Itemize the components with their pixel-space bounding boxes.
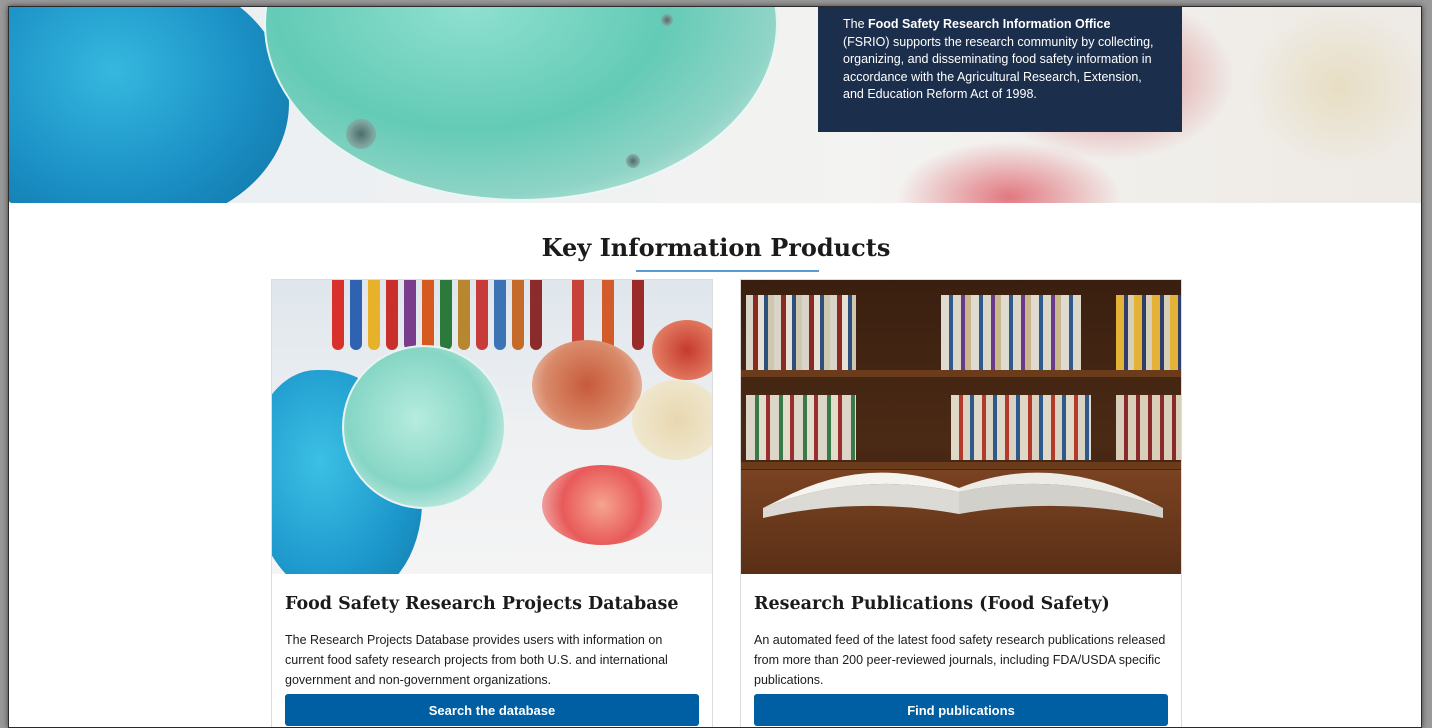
colony-spot xyxy=(661,14,673,26)
intro-body: (FSRIO) supports the research community … xyxy=(843,34,1154,102)
card-title: Food Safety Research Projects Database xyxy=(285,594,679,614)
hero-glove-image xyxy=(9,7,289,203)
intro-org-name: Food Safety Research Information Office xyxy=(868,17,1111,31)
hero-banner: The Food Safety Research Information Off… xyxy=(9,7,1421,203)
card-description: An automated feed of the latest food saf… xyxy=(754,633,1166,687)
card-research-publications: Research Publications (Food Safety) An a… xyxy=(740,279,1182,727)
section-title: Key Information Products xyxy=(541,233,891,262)
search-database-button[interactable]: Search the database xyxy=(285,694,699,726)
section-title-underline xyxy=(636,270,819,272)
card-description: The Research Projects Database provides … xyxy=(285,633,668,687)
page-frame: The Food Safety Research Information Off… xyxy=(8,6,1422,728)
colony-spot xyxy=(346,119,376,149)
lab-petri-dish-image xyxy=(272,280,712,574)
colony-spot xyxy=(626,154,640,168)
open-book-icon xyxy=(763,472,1163,518)
library-book-image xyxy=(741,280,1181,574)
card-research-projects-database: Food Safety Research Projects Database T… xyxy=(271,279,713,727)
find-publications-button[interactable]: Find publications xyxy=(754,694,1168,726)
intro-text-box: The Food Safety Research Information Off… xyxy=(818,7,1182,132)
intro-prefix: The xyxy=(843,17,869,31)
hero-petri-dish-image xyxy=(264,7,778,201)
card-title: Research Publications (Food Safety) xyxy=(754,594,1110,614)
